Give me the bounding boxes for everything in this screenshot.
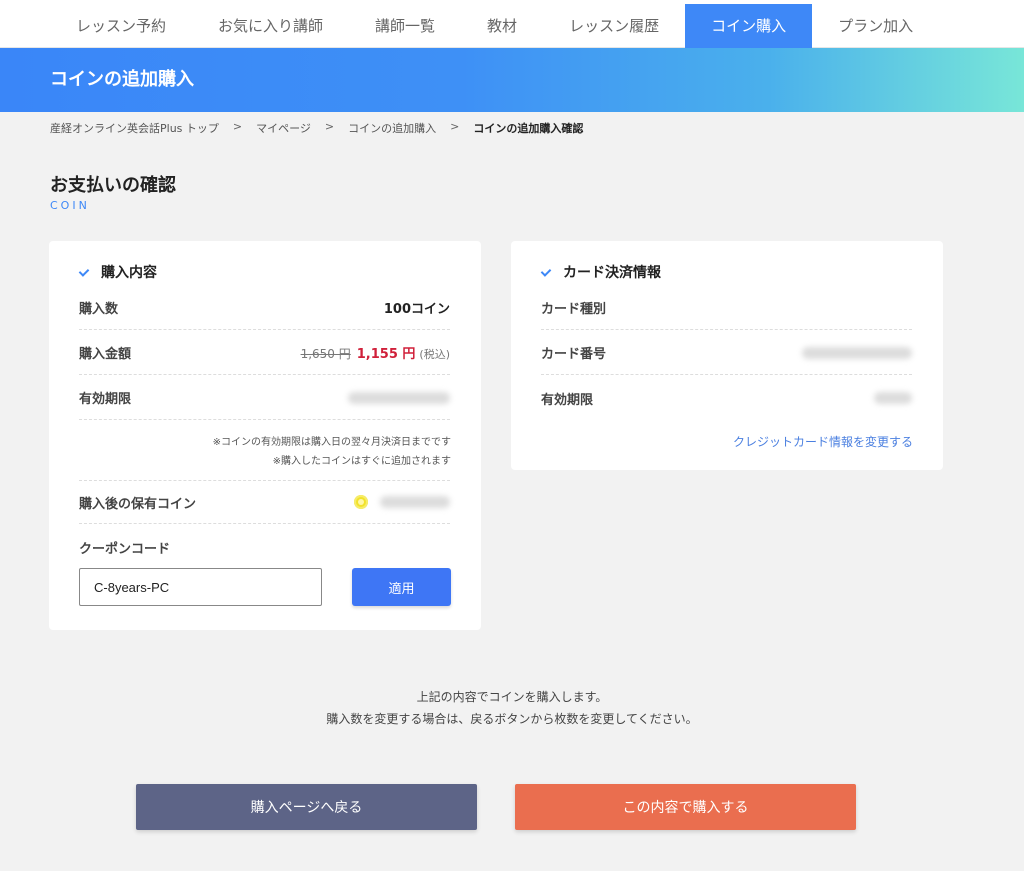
- coins-after-redacted: [380, 496, 450, 508]
- page-title: お支払いの確認: [50, 175, 176, 196]
- quantity-value: 100コイン: [383, 302, 450, 317]
- card-heading-label: カード決済情報: [563, 265, 661, 281]
- tab-plan-join[interactable]: プラン加入: [812, 4, 939, 48]
- quantity-row: 購入数 100コイン: [79, 286, 450, 330]
- card-expiry-row: 有効期限: [541, 376, 912, 420]
- purchase-heading-label: 購入内容: [101, 265, 157, 281]
- confirm-purchase-button[interactable]: この内容で購入する: [515, 784, 856, 830]
- card-payment-card: カード決済情報 カード種別 カード番号 有効期限 クレジットカード情報を変更する: [511, 241, 943, 470]
- amount-row: 購入金額 1,650 円 1,155 円 (税込): [79, 331, 450, 375]
- coins-after-value: [354, 495, 450, 510]
- tab-lesson-booking[interactable]: レッスン予約: [50, 4, 192, 48]
- purchase-details-card: 購入内容 購入数 100コイン 購入金額 1,650 円 1,155 円 (税込) …: [49, 241, 481, 630]
- card-expiry-label: 有効期限: [541, 392, 594, 408]
- tab-tutor-list[interactable]: 講師一覧: [349, 4, 461, 48]
- coins-after-label: 購入後の保有コイン: [79, 496, 197, 512]
- breadcrumb-separator: >: [450, 120, 460, 133]
- quantity-label: 購入数: [79, 302, 119, 317]
- back-to-purchase-button[interactable]: 購入ページへ戻る: [136, 784, 477, 830]
- hero-title: コインの追加購入: [50, 69, 194, 90]
- expiry-label: 有効期限: [79, 392, 132, 407]
- instant-add-note: ※購入したコインはすぐに追加されます: [272, 456, 451, 467]
- page-subtitle: COIN: [50, 199, 90, 212]
- top-navigation: レッスン予約 お気に入り講師 講師一覧 教材 レッスン履歴 コイン購入 プラン加…: [0, 0, 1024, 48]
- coins-after-row: 購入後の保有コイン: [79, 480, 450, 524]
- amount-label: 購入金額: [79, 347, 132, 362]
- original-price: 1,650 円: [300, 347, 351, 361]
- breadcrumb-item-mypage[interactable]: マイページ: [256, 120, 311, 136]
- tab-lesson-history[interactable]: レッスン履歴: [543, 4, 685, 48]
- expiry-note: ※コインの有効期限は購入日の翌々月決済日までです: [212, 437, 451, 448]
- card-number-row: カード番号: [541, 331, 912, 375]
- tax-note: (税込): [419, 348, 450, 361]
- card-payment-heading: カード決済情報: [541, 262, 661, 282]
- check-icon: [79, 266, 91, 278]
- breadcrumb-item-current: コインの追加購入確認: [473, 122, 584, 135]
- coupon-label: クーポンコード: [79, 542, 171, 557]
- card-type-row: カード種別: [541, 286, 912, 330]
- expiry-row: 有効期限: [79, 376, 450, 420]
- purchase-details-heading: 購入内容: [79, 262, 157, 282]
- breadcrumb: 産経オンライン英会話Plus トップ > マイページ > コインの追加購入 > …: [50, 120, 583, 136]
- confirm-message-line2: 購入数を変更する場合は、戻るボタンから枚数を変更してください。: [326, 712, 698, 726]
- coupon-code-input[interactable]: [79, 568, 322, 606]
- nav-tabs: レッスン予約 お気に入り講師 講師一覧 教材 レッスン履歴 コイン購入 プラン加…: [50, 4, 939, 48]
- breadcrumb-item-top[interactable]: 産経オンライン英会話Plus トップ: [50, 120, 219, 136]
- breadcrumb-item-coin-purchase[interactable]: コインの追加購入: [348, 120, 436, 136]
- card-number-label: カード番号: [541, 347, 607, 362]
- coin-icon: [354, 495, 368, 509]
- card-expiry-redacted: [874, 392, 912, 404]
- tab-materials[interactable]: 教材: [461, 4, 543, 48]
- expiry-value-redacted: [348, 391, 450, 404]
- breadcrumb-separator: >: [232, 120, 243, 133]
- apply-coupon-button[interactable]: 適用: [352, 568, 451, 606]
- discounted-price: 1,155 円: [356, 347, 416, 362]
- card-type-label: カード種別: [541, 302, 607, 317]
- hero-banner: コインの追加購入: [0, 48, 1024, 112]
- breadcrumb-separator: >: [324, 120, 335, 133]
- confirm-message-line1: 上記の内容でコインを購入します。: [416, 690, 608, 704]
- tab-coin-purchase[interactable]: コイン購入: [685, 4, 813, 48]
- tab-favorite-tutors[interactable]: お気に入り講師: [192, 4, 349, 48]
- check-icon: [541, 266, 553, 278]
- card-number-redacted: [802, 346, 912, 359]
- amount-value: 1,650 円 1,155 円 (税込): [301, 343, 450, 362]
- change-card-link[interactable]: クレジットカード情報を変更する: [733, 433, 913, 450]
